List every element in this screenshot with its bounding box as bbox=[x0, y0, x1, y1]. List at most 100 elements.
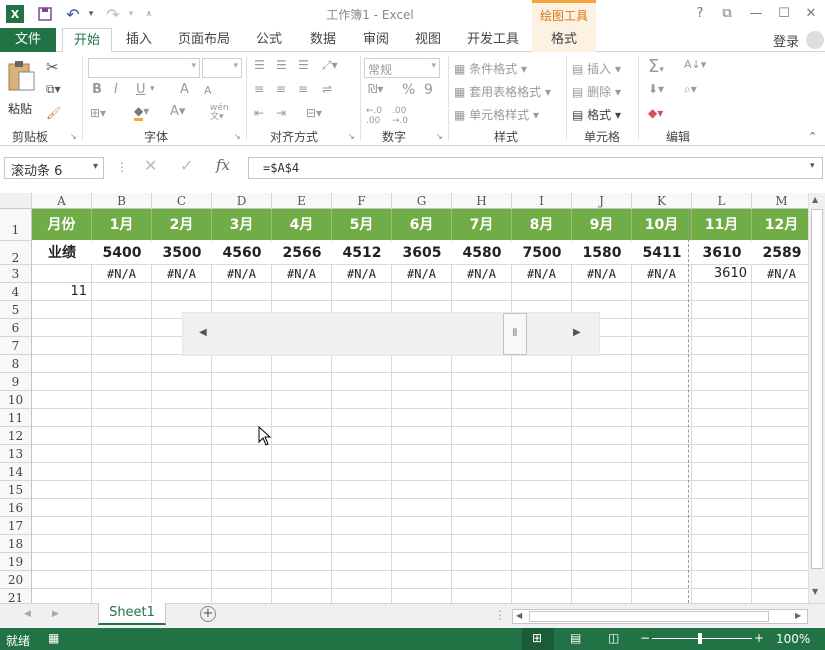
cell-b12[interactable] bbox=[92, 427, 152, 445]
cell-l7[interactable] bbox=[692, 337, 752, 355]
cell-l18[interactable] bbox=[692, 535, 752, 553]
cell-f9[interactable] bbox=[332, 373, 392, 391]
cell-b14[interactable] bbox=[92, 463, 152, 481]
cell-e19[interactable] bbox=[272, 553, 332, 571]
cell-d21[interactable] bbox=[212, 589, 272, 603]
ribbon-display-options-icon[interactable]: ⧉ bbox=[717, 4, 737, 24]
cell-c10[interactable] bbox=[152, 391, 212, 409]
cell-e11[interactable] bbox=[272, 409, 332, 427]
cell-c9[interactable] bbox=[152, 373, 212, 391]
page-break-preview-icon[interactable]: ◫ bbox=[608, 631, 619, 645]
save-icon[interactable] bbox=[36, 5, 54, 23]
cell-g15[interactable] bbox=[392, 481, 452, 499]
formula-input[interactable]: =$A$4 bbox=[248, 157, 823, 179]
redo-dropdown-icon[interactable]: ▾ bbox=[122, 5, 140, 23]
macro-record-icon[interactable]: ▦ bbox=[48, 631, 59, 645]
cell-j21[interactable] bbox=[572, 589, 632, 603]
minimize-button[interactable]: — bbox=[746, 4, 766, 24]
cell-f20[interactable] bbox=[332, 571, 392, 589]
cell-h12[interactable] bbox=[452, 427, 512, 445]
cell-k14[interactable] bbox=[632, 463, 692, 481]
cell-d14[interactable] bbox=[212, 463, 272, 481]
cell-i15[interactable] bbox=[512, 481, 572, 499]
column-header-b[interactable]: B bbox=[92, 193, 152, 209]
decrease-decimal-button[interactable]: .00 →.0 bbox=[392, 106, 408, 126]
cell-k1[interactable]: 10月 bbox=[632, 209, 692, 241]
cell-a18[interactable] bbox=[32, 535, 92, 553]
cell-k17[interactable] bbox=[632, 517, 692, 535]
cell-h13[interactable] bbox=[452, 445, 512, 463]
cell-j2[interactable]: 1580 bbox=[572, 241, 632, 265]
customize-quick-access-icon[interactable]: ⩡ bbox=[140, 5, 158, 23]
cell-d19[interactable] bbox=[212, 553, 272, 571]
cell-j8[interactable] bbox=[572, 355, 632, 373]
cell-f15[interactable] bbox=[332, 481, 392, 499]
cell-f2[interactable]: 4512 bbox=[332, 241, 392, 265]
zoom-level[interactable]: 100% bbox=[776, 632, 810, 646]
cell-b1[interactable]: 1月 bbox=[92, 209, 152, 241]
cell-h1[interactable]: 7月 bbox=[452, 209, 512, 241]
cell-d13[interactable] bbox=[212, 445, 272, 463]
cell-k18[interactable] bbox=[632, 535, 692, 553]
scroll-up-icon[interactable]: ▲ bbox=[812, 195, 818, 204]
increase-decimal-button[interactable]: ←.0.00 bbox=[366, 106, 382, 126]
cell-f16[interactable] bbox=[332, 499, 392, 517]
cell-b18[interactable] bbox=[92, 535, 152, 553]
column-header-e[interactable]: E bbox=[272, 193, 332, 209]
cell-d11[interactable] bbox=[212, 409, 272, 427]
cell-a16[interactable] bbox=[32, 499, 92, 517]
row-header-1[interactable]: 1 bbox=[0, 209, 32, 241]
tab-file[interactable]: 文件 bbox=[0, 28, 56, 52]
cell-b7[interactable] bbox=[92, 337, 152, 355]
cut-icon[interactable]: ✂ bbox=[46, 58, 59, 76]
merge-center-icon[interactable]: ⊟▾ bbox=[306, 106, 322, 120]
cell-h17[interactable] bbox=[452, 517, 512, 535]
cell-g9[interactable] bbox=[392, 373, 452, 391]
cell-l17[interactable] bbox=[692, 517, 752, 535]
cell-k16[interactable] bbox=[632, 499, 692, 517]
cell-b2[interactable]: 5400 bbox=[92, 241, 152, 265]
border-icon[interactable]: ⊞▾ bbox=[90, 106, 106, 120]
align-middle-icon[interactable]: ☰ bbox=[276, 58, 287, 72]
number-format-combo[interactable]: 常规 ▾ bbox=[364, 58, 440, 78]
align-right-icon[interactable]: ≡ bbox=[298, 82, 308, 96]
align-bottom-icon[interactable]: ☰ bbox=[298, 58, 309, 72]
cell-m8[interactable] bbox=[752, 355, 808, 373]
sort-filter-button[interactable]: A↓▾ bbox=[684, 58, 706, 71]
horizontal-scrollbar[interactable]: ◀ ▶ bbox=[512, 609, 808, 624]
cell-e12[interactable] bbox=[272, 427, 332, 445]
cell-b9[interactable] bbox=[92, 373, 152, 391]
orientation-icon[interactable]: ⤢▾ bbox=[322, 58, 338, 73]
cell-h19[interactable] bbox=[452, 553, 512, 571]
cell-k21[interactable] bbox=[632, 589, 692, 603]
cell-f21[interactable] bbox=[332, 589, 392, 603]
scrollbar-right-arrow-icon[interactable]: ▶ bbox=[573, 327, 581, 338]
cell-c8[interactable] bbox=[152, 355, 212, 373]
enter-icon[interactable]: ✓ bbox=[180, 156, 193, 175]
cell-a21[interactable] bbox=[32, 589, 92, 603]
cell-m18[interactable] bbox=[752, 535, 808, 553]
cell-m17[interactable] bbox=[752, 517, 808, 535]
vertical-scroll-thumb[interactable] bbox=[811, 209, 823, 569]
cell-g3[interactable]: #N/A bbox=[392, 265, 452, 283]
cell-k2[interactable]: 5411 bbox=[632, 241, 692, 265]
cell-i18[interactable] bbox=[512, 535, 572, 553]
cell-e20[interactable] bbox=[272, 571, 332, 589]
delete-cells-button[interactable]: ▤ 删除 ▾ bbox=[572, 83, 621, 100]
cell-k15[interactable] bbox=[632, 481, 692, 499]
cell-k5[interactable] bbox=[632, 301, 692, 319]
cell-a4[interactable]: 11 bbox=[32, 283, 92, 301]
cell-i13[interactable] bbox=[512, 445, 572, 463]
clipboard-launcher-icon[interactable]: ↘ bbox=[70, 132, 77, 141]
cell-f18[interactable] bbox=[332, 535, 392, 553]
cell-b8[interactable] bbox=[92, 355, 152, 373]
cell-l13[interactable] bbox=[692, 445, 752, 463]
scrollbar-left-arrow-icon[interactable]: ◀ bbox=[199, 327, 207, 338]
cell-e17[interactable] bbox=[272, 517, 332, 535]
number-launcher-icon[interactable]: ↘ bbox=[436, 132, 443, 141]
cell-a8[interactable] bbox=[32, 355, 92, 373]
column-header-f[interactable]: F bbox=[332, 193, 392, 209]
cell-i20[interactable] bbox=[512, 571, 572, 589]
column-header-m[interactable]: M bbox=[752, 193, 808, 209]
cell-b19[interactable] bbox=[92, 553, 152, 571]
